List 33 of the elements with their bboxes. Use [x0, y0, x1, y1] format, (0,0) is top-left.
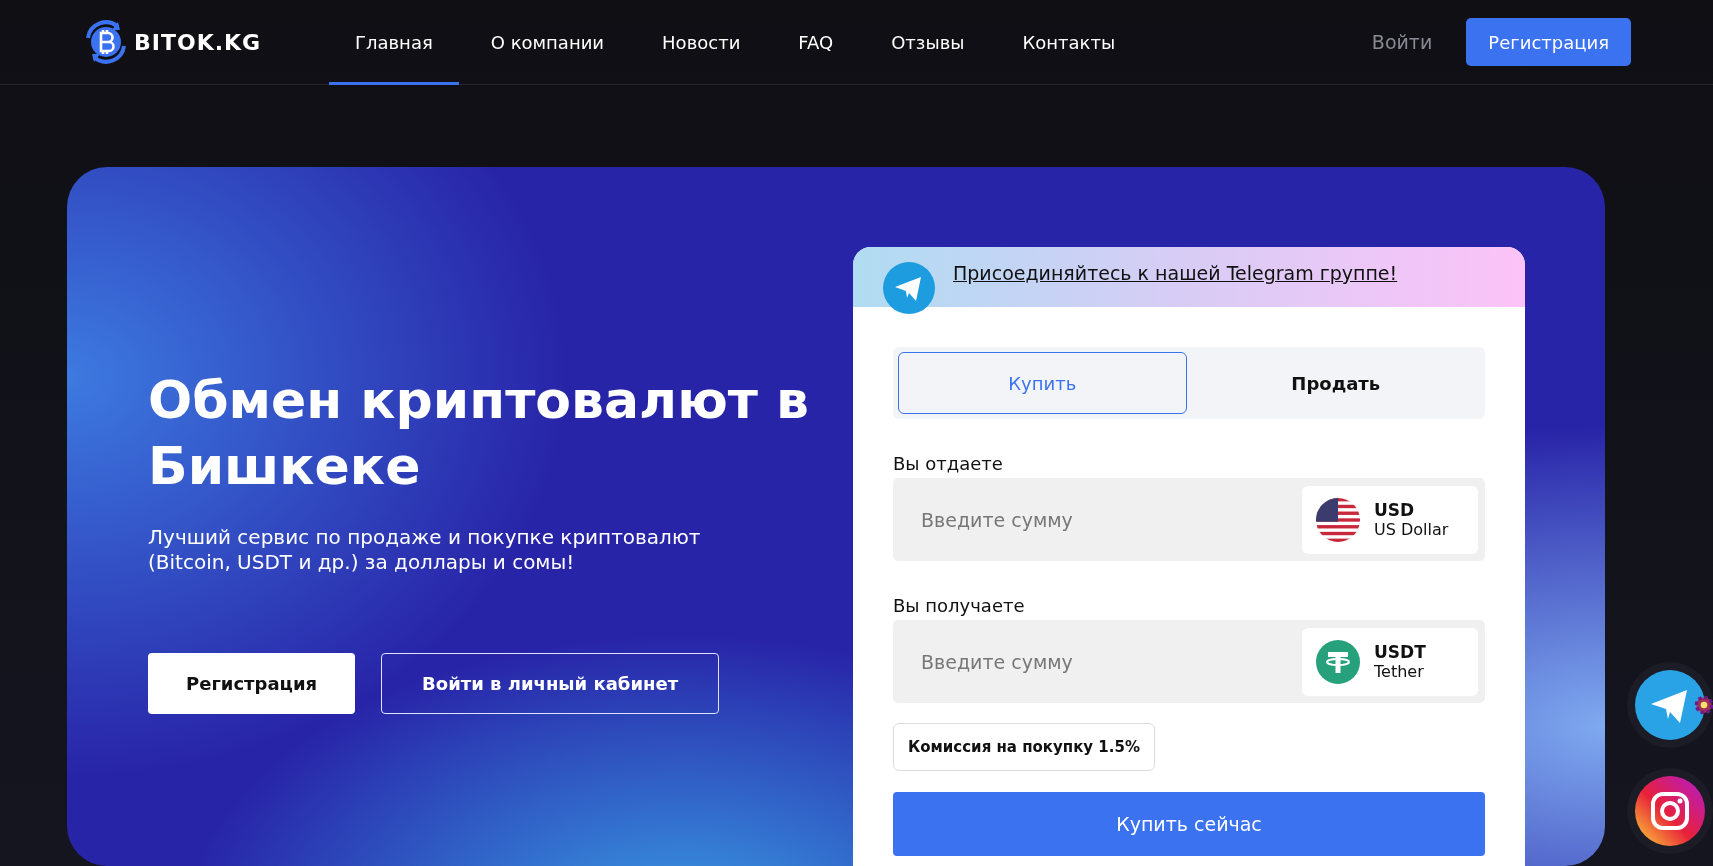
register-button[interactable]: Регистрация	[1466, 18, 1631, 66]
currency-code: USDT	[1374, 641, 1426, 662]
flag-icon	[1316, 497, 1360, 542]
commission-badge: Комиссия на покупку 1.5%	[893, 723, 1155, 771]
currency-selector[interactable]: USDT Tether	[1302, 627, 1478, 696]
tab[interactable]: Продать	[1191, 352, 1480, 414]
logo-text[interactable]: BITOK.KG	[134, 29, 262, 55]
login-link[interactable]: Войти	[1371, 31, 1433, 53]
register-button[interactable]: Регистрация	[148, 653, 356, 714]
amount-field[interactable]: Введите сумму USD US Dollar	[893, 478, 1485, 561]
currency-name: US Dollar	[1374, 519, 1449, 540]
tab[interactable]: Купить	[898, 352, 1187, 414]
field-label: Вы отдаете	[893, 453, 1004, 474]
field-label: Вы получаете	[893, 595, 1026, 616]
currency-code: USD	[1374, 499, 1416, 520]
amount-field[interactable]: Введите сумму USDT Tether	[893, 620, 1485, 703]
buy-now-button[interactable]: Купить сейчас	[893, 792, 1485, 856]
gear-icon[interactable]	[1693, 694, 1713, 716]
hero-subtitle: Лучший сервис по продаже и покупке криптовалют (Bitcoin, USDT и др.) за доллары и сомы!	[148, 525, 702, 575]
nav-link[interactable]: Контакты	[1019, 0, 1119, 85]
nav-link[interactable]: FAQ	[795, 0, 837, 85]
nav-link[interactable]: О компании	[487, 0, 608, 85]
instagram-icon[interactable]	[1635, 776, 1705, 846]
hero-title: Обмен криптовалют в Бишкеке	[148, 369, 810, 498]
telegram-icon[interactable]	[1635, 670, 1705, 740]
currency-selector[interactable]: USD US Dollar	[1302, 485, 1478, 554]
telegram-group-link[interactable]: Присоединяйтесь к нашей Telegram группе!	[953, 262, 1398, 284]
nav-link[interactable]: Главная	[329, 0, 459, 85]
tether-icon	[1316, 639, 1360, 684]
nav-link[interactable]: Отзывы	[888, 0, 968, 85]
login-button[interactable]: Войти в личный кабинет	[381, 653, 720, 714]
nav-link[interactable]: Новости	[659, 0, 744, 85]
currency-name: Tether	[1374, 661, 1425, 682]
